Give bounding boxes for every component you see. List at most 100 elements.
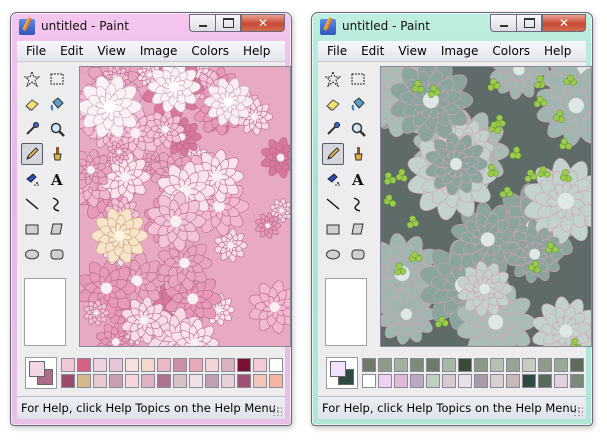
free-select-tool[interactable] — [322, 68, 344, 90]
palette-swatch[interactable] — [253, 374, 267, 388]
free-select-tool[interactable] — [21, 68, 43, 90]
palette-swatch[interactable] — [237, 358, 251, 372]
close-button[interactable]: ✕ — [542, 14, 586, 32]
palette-swatch[interactable] — [141, 358, 155, 372]
curve-tool[interactable] — [347, 193, 369, 215]
palette-swatch[interactable] — [77, 358, 91, 372]
palette-swatch[interactable] — [458, 358, 472, 372]
polygon-tool[interactable] — [347, 218, 369, 240]
rect-select-tool[interactable] — [46, 68, 68, 90]
palette-swatch[interactable] — [362, 374, 376, 388]
palette-swatch[interactable] — [410, 374, 424, 388]
palette-swatch[interactable] — [157, 374, 171, 388]
palette-swatch[interactable] — [269, 374, 283, 388]
palette-swatch[interactable] — [269, 358, 283, 372]
magnifier-tool[interactable] — [347, 118, 369, 140]
palette-swatch[interactable] — [189, 358, 203, 372]
palette-swatch[interactable] — [93, 358, 107, 372]
eraser-tool[interactable] — [322, 93, 344, 115]
drawing-canvas[interactable] — [80, 67, 290, 346]
palette-swatch[interactable] — [189, 374, 203, 388]
palette-swatch[interactable] — [554, 358, 568, 372]
palette-swatch[interactable] — [442, 374, 456, 388]
palette-swatch[interactable] — [474, 358, 488, 372]
curve-tool[interactable] — [46, 193, 68, 215]
palette-swatch[interactable] — [173, 374, 187, 388]
minimize-button[interactable] — [189, 14, 215, 32]
palette-swatch[interactable] — [157, 358, 171, 372]
rectangle-tool[interactable] — [21, 218, 43, 240]
maximize-button[interactable] — [215, 14, 241, 32]
brush-tool[interactable] — [46, 143, 68, 165]
menu-edit[interactable]: Edit — [354, 41, 391, 61]
text-tool[interactable]: A — [347, 168, 369, 190]
minimize-button[interactable] — [490, 14, 516, 32]
paint-app-icon[interactable] — [320, 19, 336, 35]
close-button[interactable]: ✕ — [241, 14, 285, 32]
menu-view[interactable]: View — [90, 41, 132, 61]
rounded-rect-tool[interactable] — [46, 243, 68, 265]
palette-swatch[interactable] — [253, 358, 267, 372]
pencil-tool[interactable] — [21, 143, 43, 165]
rectangle-tool[interactable] — [322, 218, 344, 240]
palette-swatch[interactable] — [426, 358, 440, 372]
menu-view[interactable]: View — [391, 41, 433, 61]
palette-swatch[interactable] — [570, 374, 584, 388]
palette-swatch[interactable] — [205, 374, 219, 388]
line-tool[interactable] — [322, 193, 344, 215]
palette-swatch[interactable] — [394, 358, 408, 372]
menu-colors[interactable]: Colors — [485, 41, 537, 61]
eraser-tool[interactable] — [21, 93, 43, 115]
menu-help[interactable]: Help — [236, 41, 277, 61]
pencil-tool[interactable] — [322, 143, 344, 165]
foreground-color-swatch[interactable] — [330, 361, 346, 377]
palette-swatch[interactable] — [490, 358, 504, 372]
text-tool[interactable]: A — [46, 168, 68, 190]
palette-swatch[interactable] — [362, 358, 376, 372]
current-colors[interactable] — [25, 357, 57, 389]
palette-swatch[interactable] — [522, 374, 536, 388]
palette-swatch[interactable] — [221, 358, 235, 372]
current-colors[interactable] — [326, 357, 358, 389]
resize-grip[interactable] — [573, 406, 583, 416]
palette-swatch[interactable] — [490, 374, 504, 388]
brush-tool[interactable] — [347, 143, 369, 165]
palette-swatch[interactable] — [109, 358, 123, 372]
airbrush-tool[interactable] — [21, 168, 43, 190]
palette-swatch[interactable] — [426, 374, 440, 388]
palette-swatch[interactable] — [506, 358, 520, 372]
color-picker-tool[interactable] — [21, 118, 43, 140]
menu-help[interactable]: Help — [537, 41, 578, 61]
palette-swatch[interactable] — [474, 374, 488, 388]
menu-image[interactable]: Image — [434, 41, 486, 61]
menu-file[interactable]: File — [320, 41, 354, 61]
palette-swatch[interactable] — [109, 374, 123, 388]
palette-swatch[interactable] — [458, 374, 472, 388]
magnifier-tool[interactable] — [46, 118, 68, 140]
ellipse-tool[interactable] — [322, 243, 344, 265]
polygon-tool[interactable] — [46, 218, 68, 240]
palette-swatch[interactable] — [93, 374, 107, 388]
fill-bucket-tool[interactable] — [347, 93, 369, 115]
menu-image[interactable]: Image — [133, 41, 185, 61]
palette-swatch[interactable] — [125, 374, 139, 388]
palette-swatch[interactable] — [237, 374, 251, 388]
palette-swatch[interactable] — [442, 358, 456, 372]
color-picker-tool[interactable] — [322, 118, 344, 140]
palette-swatch[interactable] — [61, 374, 75, 388]
palette-swatch[interactable] — [61, 358, 75, 372]
title-bar[interactable]: untitled - Paint ✕ — [312, 13, 592, 41]
palette-swatch[interactable] — [221, 374, 235, 388]
palette-swatch[interactable] — [538, 358, 552, 372]
menu-edit[interactable]: Edit — [53, 41, 90, 61]
airbrush-tool[interactable] — [322, 168, 344, 190]
palette-swatch[interactable] — [570, 358, 584, 372]
palette-swatch[interactable] — [554, 374, 568, 388]
menu-colors[interactable]: Colors — [184, 41, 236, 61]
menu-file[interactable]: File — [19, 41, 53, 61]
drawing-canvas[interactable] — [381, 67, 591, 346]
palette-swatch[interactable] — [506, 374, 520, 388]
line-tool[interactable] — [21, 193, 43, 215]
palette-swatch[interactable] — [141, 374, 155, 388]
maximize-button[interactable] — [516, 14, 542, 32]
